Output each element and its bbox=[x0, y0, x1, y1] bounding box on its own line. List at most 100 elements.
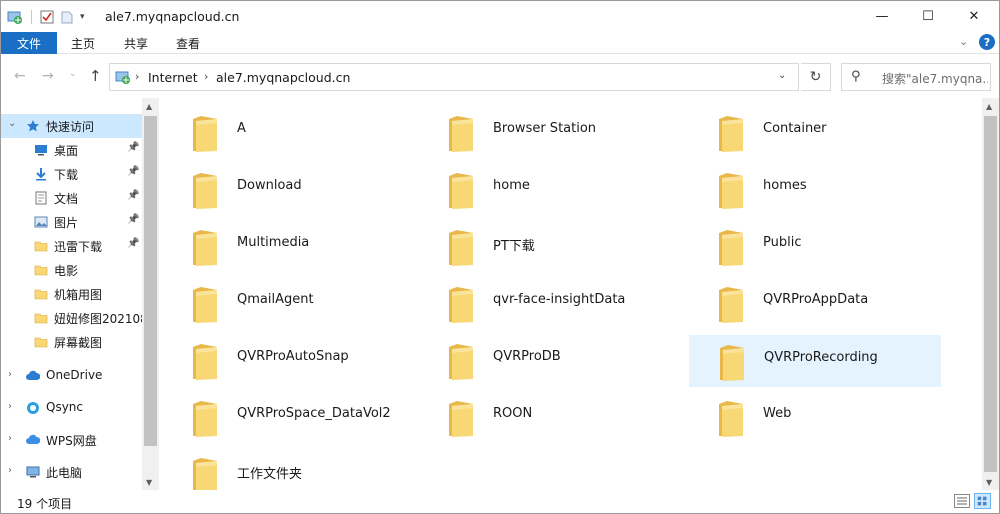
folder-item[interactable]: qvr-face-insightData bbox=[419, 278, 671, 330]
close-button[interactable]: ✕ bbox=[951, 1, 997, 32]
sidebar-item-10[interactable]: › OneDrive bbox=[1, 364, 142, 388]
folder-shape bbox=[449, 116, 473, 152]
folder-item[interactable]: Browser Station bbox=[419, 107, 671, 159]
expand-chevron-icon[interactable]: › bbox=[8, 433, 12, 444]
customize-toolbar-icon[interactable]: ▾ bbox=[80, 12, 85, 22]
folder-item[interactable]: PT下载 bbox=[419, 221, 671, 273]
pin-icon[interactable]: 📌 bbox=[127, 142, 139, 153]
folder-name: Web bbox=[763, 406, 792, 421]
folder-shape bbox=[449, 287, 473, 323]
back-button[interactable]: ← bbox=[14, 68, 26, 84]
forward-button[interactable]: → bbox=[42, 68, 54, 84]
folder-name: A bbox=[237, 121, 246, 136]
sidebar-item-11[interactable]: › Qsync bbox=[1, 396, 142, 420]
sidebar-item-3[interactable]: 文档 📌 bbox=[1, 186, 142, 210]
tab-view[interactable]: 查看 bbox=[176, 35, 200, 52]
folder-shape bbox=[449, 401, 473, 437]
folder-item[interactable]: QVRProDB bbox=[419, 335, 671, 387]
folder-item[interactable]: homes bbox=[689, 164, 941, 216]
folder-name: QVRProRecording bbox=[764, 350, 878, 365]
content-scrollbar[interactable]: ▲ ▼ bbox=[982, 98, 999, 490]
sidebar-item-2[interactable]: 下载 📌 bbox=[1, 162, 142, 186]
folder-shape bbox=[720, 345, 744, 381]
sidebar-item-12[interactable]: › WPS网盘 bbox=[1, 428, 142, 452]
expand-chevron-icon[interactable]: › bbox=[8, 401, 12, 412]
folder-item[interactable]: Web bbox=[689, 392, 941, 444]
folder-shape bbox=[193, 287, 217, 323]
sidebar-scroll-thumb[interactable] bbox=[144, 116, 157, 446]
breadcrumb-separator[interactable]: › bbox=[204, 70, 208, 83]
search-box[interactable]: ⚲ 搜索"ale7.myqna... bbox=[841, 63, 991, 91]
address-bar[interactable]: › Internet › ale7.myqnapcloud.cn ⌄ bbox=[109, 63, 799, 91]
folder-item[interactable]: QVRProRecording bbox=[689, 335, 941, 387]
folder-item[interactable]: Download bbox=[163, 164, 415, 216]
sidebar-item-13[interactable]: › 此电脑 bbox=[1, 460, 142, 484]
folder-name: 工作文件夹 bbox=[237, 467, 303, 482]
scroll-up-icon[interactable]: ▲ bbox=[146, 102, 152, 111]
sidebar-item-9[interactable]: 屏幕截图 bbox=[1, 330, 142, 354]
expand-ribbon-icon[interactable]: ⌄ bbox=[959, 35, 968, 48]
folder-item[interactable]: QmailAgent bbox=[163, 278, 415, 330]
minimize-button[interactable]: — bbox=[859, 1, 905, 32]
refresh-button[interactable]: ↻ bbox=[801, 63, 831, 91]
properties-icon[interactable] bbox=[40, 10, 54, 24]
address-row: ← → ⌄ ↑ › Internet › ale7.myqnapcloud.cn… bbox=[1, 55, 999, 97]
large-icons-view-icon[interactable] bbox=[974, 493, 991, 509]
tab-share[interactable]: 共享 bbox=[124, 35, 148, 52]
toolbar-separator bbox=[31, 10, 32, 24]
folder-icon bbox=[447, 115, 475, 156]
folder-item[interactable]: home bbox=[419, 164, 671, 216]
address-dropdown-icon[interactable]: ⌄ bbox=[778, 70, 786, 81]
expand-chevron-icon[interactable]: › bbox=[8, 465, 12, 476]
folder-item[interactable]: QVRProAutoSnap bbox=[163, 335, 415, 387]
help-button[interactable]: ? bbox=[979, 34, 995, 50]
pin-icon[interactable]: 📌 bbox=[127, 214, 139, 225]
sidebar-item-5[interactable]: 迅雷下载 📌 bbox=[1, 234, 142, 258]
folder-item[interactable]: QVRProAppData bbox=[689, 278, 941, 330]
folder-icon bbox=[191, 172, 219, 213]
folder-item[interactable]: QVRProSpace_DataVol2 bbox=[163, 392, 415, 444]
search-input[interactable]: 搜索"ale7.myqna... bbox=[882, 70, 988, 87]
sidebar-item-4[interactable]: 图片 📌 bbox=[1, 210, 142, 234]
scroll-up-icon[interactable]: ▲ bbox=[986, 102, 992, 111]
folder-icon bbox=[34, 263, 48, 277]
pin-icon[interactable]: 📌 bbox=[127, 238, 139, 249]
sidebar-item-0[interactable]: ⌄ 快速访问 bbox=[1, 114, 142, 138]
recent-locations-button[interactable]: ⌄ bbox=[69, 69, 77, 79]
title-bar: ▾ ale7.myqnapcloud.cn — ☐ ✕ bbox=[1, 1, 999, 32]
new-folder-icon[interactable] bbox=[60, 10, 74, 24]
pictures-icon bbox=[34, 215, 48, 229]
sidebar-item-1[interactable]: 桌面 📌 bbox=[1, 138, 142, 162]
sidebar-scrollbar[interactable]: ▲ ▼ bbox=[142, 98, 159, 490]
tab-file[interactable]: 文件 bbox=[1, 32, 57, 54]
folder-name: Container bbox=[763, 121, 827, 136]
tab-home[interactable]: 主页 bbox=[71, 35, 95, 52]
folder-item[interactable]: Container bbox=[689, 107, 941, 159]
navigation-pane: ⌄ 快速访问 桌面 📌 下载 📌 文档 📌 图片 📌 迅雷下载 📌 电影 机箱用图 妞妞修图202108 屏幕… bbox=[1, 98, 159, 490]
folder-item[interactable]: Public bbox=[689, 221, 941, 273]
breadcrumb-separator[interactable]: › bbox=[135, 70, 139, 83]
sidebar-item-6[interactable]: 电影 bbox=[1, 258, 142, 282]
folder-item[interactable]: A bbox=[163, 107, 415, 159]
pin-icon[interactable]: 📌 bbox=[127, 166, 139, 177]
folder-icon bbox=[191, 115, 219, 156]
scroll-down-icon[interactable]: ▼ bbox=[986, 478, 992, 487]
sidebar-item-7[interactable]: 机箱用图 bbox=[1, 282, 142, 306]
folder-name: home bbox=[493, 178, 530, 193]
sidebar-item-label: OneDrive bbox=[46, 368, 103, 382]
folder-name: Public bbox=[763, 235, 802, 250]
breadcrumb-current[interactable]: ale7.myqnapcloud.cn bbox=[216, 70, 350, 85]
up-button[interactable]: ↑ bbox=[89, 67, 102, 85]
sidebar-item-8[interactable]: 妞妞修图202108 bbox=[1, 306, 142, 330]
maximize-button[interactable]: ☐ bbox=[905, 1, 951, 32]
pin-icon[interactable]: 📌 bbox=[127, 190, 139, 201]
content-scroll-thumb[interactable] bbox=[984, 116, 997, 472]
expand-chevron-icon[interactable]: › bbox=[8, 369, 12, 380]
scroll-down-icon[interactable]: ▼ bbox=[146, 478, 152, 487]
details-view-icon[interactable] bbox=[954, 494, 970, 508]
breadcrumb-internet[interactable]: Internet bbox=[148, 70, 198, 85]
sidebar-item-label: 桌面 bbox=[54, 144, 79, 158]
folder-item[interactable]: ROON bbox=[419, 392, 671, 444]
folder-item[interactable]: Multimedia bbox=[163, 221, 415, 273]
collapse-chevron-icon[interactable]: ⌄ bbox=[8, 118, 16, 129]
